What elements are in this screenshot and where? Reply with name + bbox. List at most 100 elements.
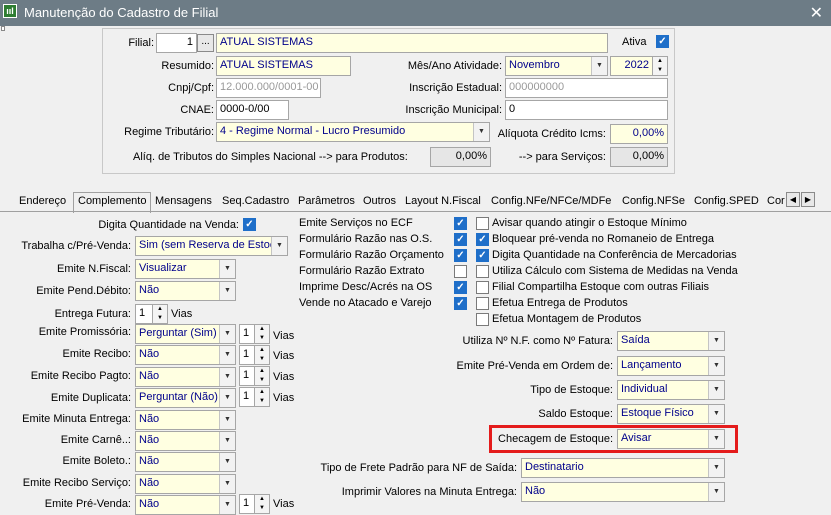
chevron-down-icon[interactable]: ▼ (219, 346, 235, 364)
chevron-down-icon[interactable]: ▼ (219, 260, 235, 278)
spin-up-icon[interactable]: ▲ (255, 388, 269, 397)
spin-down-icon[interactable]: ▼ (255, 397, 269, 406)
recibo-pagto-spinner[interactable]: ▲ ▼ (254, 366, 270, 386)
spin-up-icon[interactable]: ▲ (255, 346, 269, 355)
chevron-down-icon[interactable]: ▼ (708, 405, 724, 423)
promissoria-vias-input[interactable]: 1 (239, 324, 255, 344)
promissoria-spinner[interactable]: ▲ ▼ (254, 324, 270, 344)
im-input[interactable]: 0 (505, 100, 668, 120)
chevron-down-icon[interactable]: ▼ (708, 357, 724, 375)
form-orc-label: Formulário Razão Orçamento (299, 249, 444, 261)
avisar-min-checkbox[interactable] (476, 217, 489, 230)
filial-browse-button[interactable]: ... (197, 34, 214, 52)
spin-up-icon[interactable]: ▲ (255, 325, 269, 334)
entrega-futura-vias-label: Vias (171, 308, 193, 320)
tab-endereco[interactable]: Endereço (19, 195, 66, 207)
tab-config-nfe[interactable]: Config.NFe/NFCe/MDFe (491, 195, 611, 207)
recibo-spinner[interactable]: ▲ ▼ (254, 345, 270, 365)
filial-name-input[interactable]: ATUAL SISTEMAS (216, 33, 608, 53)
duplicata-spinner[interactable]: ▲ ▼ (254, 387, 270, 407)
chevron-down-icon[interactable]: ▼ (708, 459, 724, 477)
close-icon[interactable]: ✕ (810, 3, 823, 23)
chevron-down-icon[interactable]: ▼ (708, 381, 724, 399)
recibo-vias-label: Vias (273, 350, 295, 362)
regime-select[interactable]: 4 - Regime Normal - Lucro Presumido (216, 122, 490, 142)
spin-down-icon[interactable]: ▼ (153, 314, 167, 323)
cnae-input[interactable]: 0000-0/00 (216, 100, 289, 120)
efetua-entrega-checkbox[interactable] (476, 297, 489, 310)
chevron-down-icon[interactable]: ▼ (219, 432, 235, 450)
frete-select[interactable]: Destinatario (521, 458, 725, 478)
tab-next-icon[interactable]: ▶ (801, 192, 815, 207)
duplicata-vias-input[interactable]: 1 (239, 387, 255, 407)
tab-config-sped[interactable]: Config.SPED (694, 195, 759, 207)
spin-up-icon[interactable]: ▲ (255, 495, 269, 504)
chevron-down-icon[interactable]: ▼ (219, 453, 235, 471)
utiliza-calculo-checkbox[interactable] (476, 265, 489, 278)
chevron-down-icon[interactable]: ▼ (219, 389, 235, 407)
trabalha-prevenda-select[interactable]: Sim (sem Reserva de Estoc (135, 236, 288, 256)
tab-prev-icon[interactable]: ◀ (786, 192, 800, 207)
imprime-desc-label: Imprime Desc/Acrés na OS (299, 281, 433, 293)
filial-compartilha-label: Filial Compartilha Estoque com outras Fi… (492, 281, 710, 293)
prevenda-spinner[interactable]: ▲ ▼ (254, 494, 270, 514)
filial-compartilha-checkbox[interactable] (476, 281, 489, 294)
cnpj-label: Cnpj/Cpf: (168, 82, 214, 94)
efetua-montagem-checkbox[interactable] (476, 313, 489, 326)
imprimir-valores-select[interactable]: Não (521, 482, 725, 502)
tab-seq-cadastro[interactable]: Seq.Cadastro (222, 195, 289, 207)
carne-label: Emite Carnê..: (60, 434, 131, 446)
spin-down-icon[interactable]: ▼ (255, 334, 269, 343)
entrega-futura-input[interactable]: 1 (135, 304, 153, 324)
chevron-down-icon[interactable]: ▼ (708, 332, 724, 350)
prevenda-label: Emite Pré-Venda: (44, 498, 131, 510)
spin-down-icon[interactable]: ▼ (255, 504, 269, 513)
resumido-input[interactable]: ATUAL SISTEMAS (216, 56, 351, 76)
chevron-down-icon[interactable]: ▼ (219, 368, 235, 386)
chevron-down-icon[interactable]: ▼ (219, 496, 235, 514)
prevenda-vias-input[interactable]: 1 (239, 494, 255, 514)
chevron-down-icon[interactable]: ▼ (219, 325, 235, 343)
digita-qtd-checkbox[interactable]: ✓ (243, 218, 256, 231)
tab-complemento[interactable]: Complemento (73, 192, 152, 213)
regime-value: 4 - Regime Normal - Lucro Presumido (220, 125, 406, 137)
emite-ecf-checkbox[interactable]: ✓ (454, 217, 467, 230)
tab-cor[interactable]: Cor (767, 195, 785, 207)
chevron-down-icon[interactable]: ▼ (219, 411, 235, 429)
ie-input[interactable]: 000000000 (505, 78, 668, 98)
spin-up-icon[interactable]: ▲ (153, 305, 167, 314)
filial-code-input[interactable]: 1 (156, 33, 197, 53)
chevron-down-icon[interactable]: ▼ (591, 57, 607, 75)
tipo-estoque-label: Tipo de Estoque: (530, 384, 613, 396)
recibo-vias-input[interactable]: 1 (239, 345, 255, 365)
spin-down-icon[interactable]: ▼ (255, 355, 269, 364)
tab-outros[interactable]: Outros (363, 195, 396, 207)
emite-nfiscal-value: Visualizar (139, 262, 187, 274)
bloquear-prevenda-checkbox[interactable]: ✓ (476, 233, 489, 246)
spin-up-icon[interactable]: ▲ (653, 57, 667, 66)
imprime-desc-checkbox[interactable]: ✓ (454, 281, 467, 294)
chevron-down-icon[interactable]: ▼ (219, 475, 235, 493)
cnpj-input[interactable]: 12.000.000/0001-00 (216, 78, 321, 98)
chevron-down-icon[interactable]: ▼ (219, 282, 235, 300)
spin-up-icon[interactable]: ▲ (255, 367, 269, 376)
avisar-min-label: Avisar quando atingir o Estoque Mínimo (492, 217, 687, 229)
ano-spinner[interactable]: ▲ ▼ (652, 56, 668, 76)
form-extrato-checkbox[interactable] (454, 265, 467, 278)
chevron-down-icon[interactable]: ▼ (271, 237, 287, 255)
recibo-pagto-vias-input[interactable]: 1 (239, 366, 255, 386)
spin-down-icon[interactable]: ▼ (653, 66, 667, 75)
aliq-icms-input[interactable]: 0,00% (610, 124, 668, 144)
ativa-checkbox[interactable]: ✓ (656, 35, 669, 48)
tab-mensagens[interactable]: Mensagens (155, 195, 212, 207)
tab-parametros[interactable]: Parâmetros (298, 195, 355, 207)
form-os-checkbox[interactable]: ✓ (454, 233, 467, 246)
digita-conferencia-checkbox[interactable]: ✓ (476, 249, 489, 262)
tab-config-nfse[interactable]: Config.NFSe (622, 195, 685, 207)
chevron-down-icon[interactable]: ▼ (708, 483, 724, 501)
vende-atacado-checkbox[interactable]: ✓ (454, 297, 467, 310)
form-orc-checkbox[interactable]: ✓ (454, 249, 467, 262)
spin-down-icon[interactable]: ▼ (255, 376, 269, 385)
tab-layout-nfiscal[interactable]: Layout N.Fiscal (405, 195, 481, 207)
entrega-futura-spinner[interactable]: ▲ ▼ (152, 304, 168, 324)
